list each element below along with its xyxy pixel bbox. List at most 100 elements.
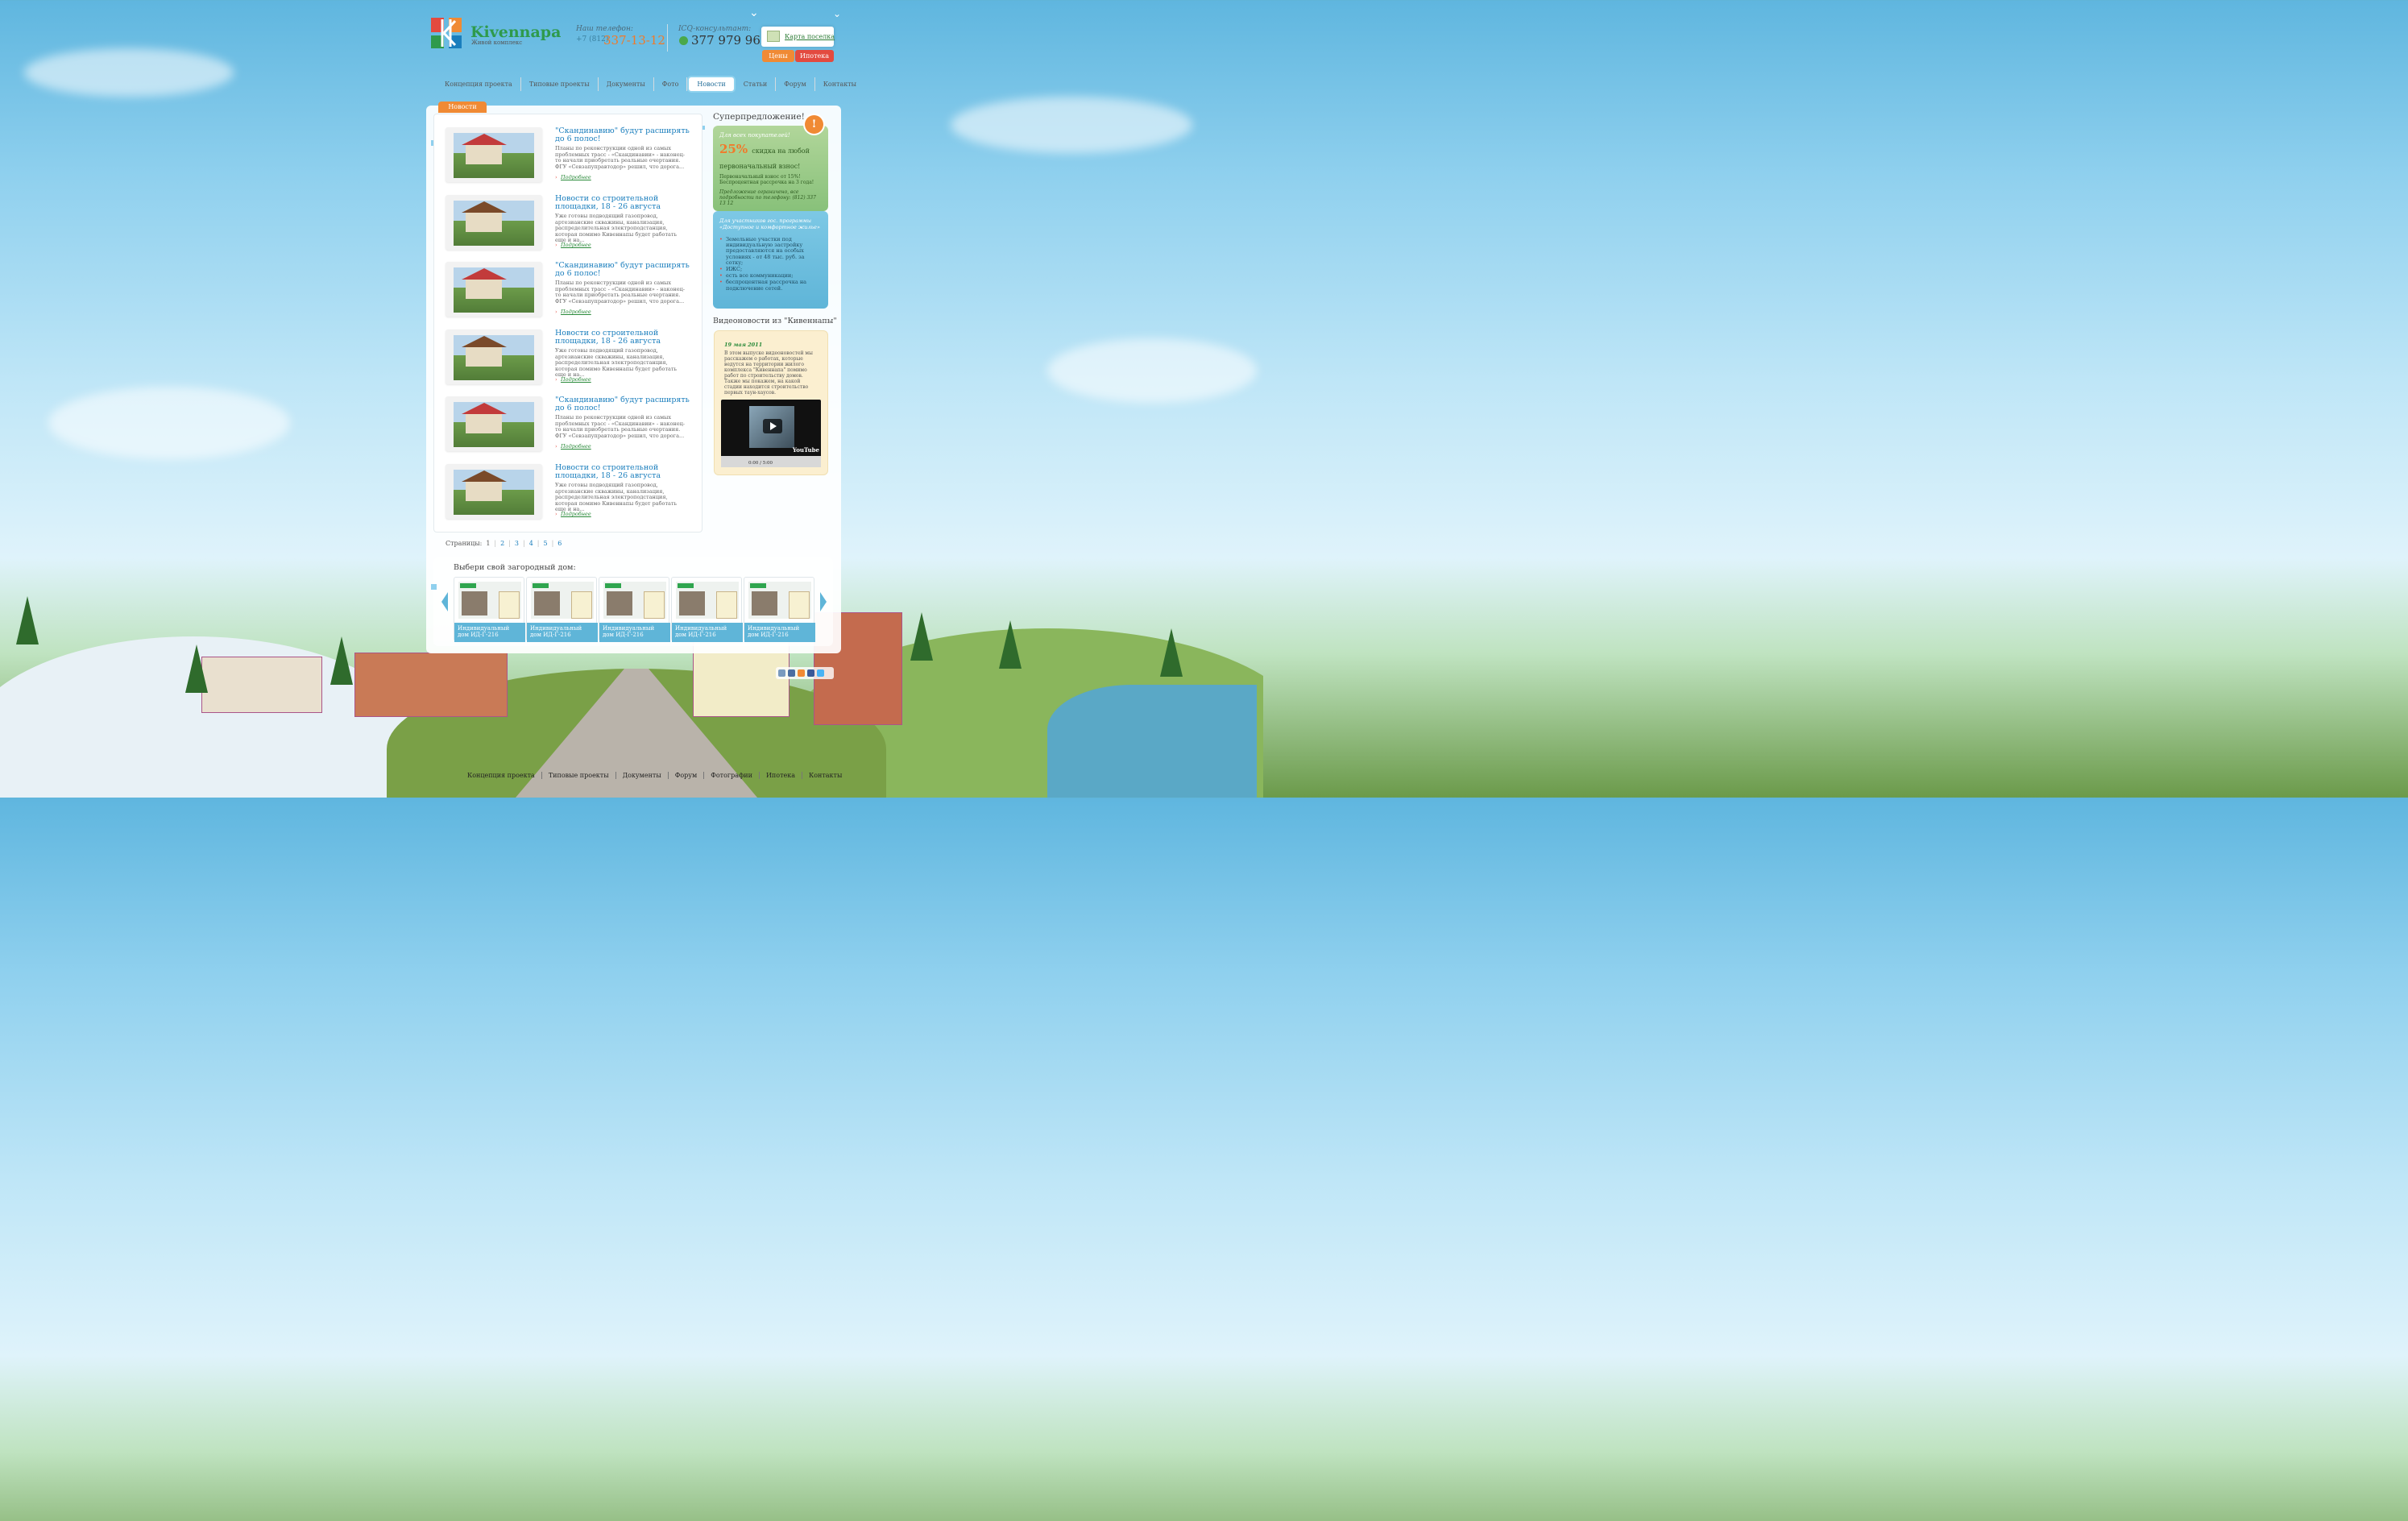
nav-item-photo[interactable]: Фото — [654, 77, 688, 91]
page-link[interactable]: 2 — [500, 540, 504, 547]
chevron-left-icon[interactable] — [441, 592, 448, 611]
news-thumbnail[interactable] — [446, 195, 542, 250]
twitter-icon[interactable] — [817, 669, 824, 677]
house-card[interactable]: Индивидуальный дом ИД-Г-216 — [454, 577, 525, 642]
tree — [185, 644, 208, 693]
news-title[interactable]: Новости со строительной площадки, 18 - 2… — [555, 195, 692, 211]
nav-item-concept[interactable]: Концепция проекта — [437, 77, 521, 91]
program-card: Для участников гос. программы «Доступное… — [713, 211, 828, 309]
house-card[interactable]: Индивидуальный дом ИД-Г-216 — [599, 577, 670, 642]
footer-link-concept[interactable]: Концепция проекта — [461, 772, 542, 779]
news-title[interactable]: "Скандинавию" будут расширять до 6 полос… — [555, 127, 692, 143]
page-link[interactable]: 6 — [557, 540, 562, 547]
page-link[interactable]: 3 — [515, 540, 519, 547]
arrow-right-icon: › — [555, 511, 557, 517]
super-offer-card[interactable]: Для всех покупателей! 25% скидка на любо… — [713, 126, 828, 211]
house-card-label[interactable]: Индивидуальный дом ИД-Г-216 — [744, 623, 815, 642]
footer-link-photos[interactable]: Фотографии — [704, 772, 760, 779]
nav-item-news[interactable]: Новости — [687, 75, 736, 93]
news-more-link[interactable]: Подробнее — [561, 511, 591, 517]
pager-separator: | — [494, 540, 497, 547]
page-link[interactable]: 4 — [529, 540, 533, 547]
seagull-icon: ⌄ — [833, 8, 842, 19]
news-text: Уже готовы подводящий газопровод, артези… — [555, 347, 678, 378]
kivennapa-logo-icon[interactable] — [429, 16, 463, 50]
youtube-logo: YouTube — [792, 446, 819, 454]
house — [201, 657, 322, 713]
video-player[interactable]: YouTube 0:00 / 5:00 — [721, 400, 821, 467]
news-thumbnail[interactable] — [446, 262, 542, 317]
news-more-link[interactable]: Подробнее — [561, 242, 591, 248]
facebook-icon[interactable] — [807, 669, 814, 677]
icq-number: 377 979 962 — [691, 33, 769, 48]
house-card[interactable]: Индивидуальный дом ИД-Г-216 — [671, 577, 743, 642]
arrow-right-icon: › — [555, 376, 557, 383]
decor-square — [431, 584, 437, 590]
arrow-right-icon: › — [555, 242, 557, 248]
tree — [910, 612, 933, 661]
super-offer-title: Суперпредложение! — [713, 112, 805, 122]
prices-button[interactable]: Цены — [762, 50, 794, 62]
nav-item-articles[interactable]: Статьи — [736, 77, 777, 91]
offer-note: Предложение ограничено, все подробности … — [719, 189, 816, 206]
offer-line: Первоначальный взнос от 15%! — [719, 174, 801, 180]
nav-item-projects[interactable]: Типовые проекты — [521, 77, 599, 91]
nav-item-contacts[interactable]: Контакты — [815, 77, 864, 91]
house-card-label[interactable]: Индивидуальный дом ИД-Г-216 — [454, 623, 525, 642]
house-card[interactable]: Индивидуальный дом ИД-Г-216 — [526, 577, 598, 642]
program-list: Земельные участки под индивидуальную зас… — [719, 236, 822, 292]
news-title[interactable]: "Скандинавию" будут расширять до 6 полос… — [555, 262, 692, 278]
chevron-right-icon[interactable] — [820, 592, 827, 611]
cloud — [24, 48, 234, 97]
news-more-link[interactable]: Подробнее — [561, 309, 591, 315]
house-card-label[interactable]: Индивидуальный дом ИД-Г-216 — [672, 623, 743, 642]
livejournal-icon[interactable] — [778, 669, 785, 677]
map-link[interactable]: Карта поселка — [785, 33, 835, 40]
news-text: Уже готовы подводящий газопровод, артези… — [555, 482, 678, 512]
offer-audience: Для всех покупателей! — [719, 132, 790, 139]
news-thumbnail[interactable] — [446, 396, 542, 451]
play-icon[interactable] — [763, 419, 782, 433]
house-card-label[interactable]: Индивидуальный дом ИД-Г-216 — [599, 623, 670, 642]
news-thumbnail[interactable] — [446, 127, 542, 182]
house-card-label[interactable]: Индивидуальный дом ИД-Г-216 — [527, 623, 598, 642]
vkontakte-icon[interactable] — [788, 669, 795, 677]
catalog-title: Выбери свой загородный дом: — [454, 563, 576, 572]
list-item: беспроцентная рассрочка на подключение с… — [719, 280, 822, 292]
main-nav: Концепция проекта Типовые проекты Докуме… — [437, 75, 864, 93]
list-item: ИЖС; — [719, 266, 822, 272]
house-card[interactable]: Индивидуальный дом ИД-Г-216 — [744, 577, 815, 642]
footer-link-mortgage[interactable]: Ипотека — [760, 772, 802, 779]
pager-separator: | — [523, 540, 525, 547]
cloud — [48, 387, 290, 459]
map-icon[interactable] — [767, 31, 780, 42]
news-more-link[interactable]: Подробнее — [561, 443, 591, 450]
news-text: Уже готовы подводящий газопровод, артези… — [555, 213, 678, 243]
nav-item-forum[interactable]: Форум — [776, 77, 815, 91]
news-title[interactable]: "Скандинавию" будут расширять до 6 полос… — [555, 396, 692, 412]
section-tab: Новости — [438, 102, 487, 113]
footer-link-forum[interactable]: Форум — [669, 772, 705, 779]
footer-link-documents[interactable]: Документы — [616, 772, 669, 779]
video-time: 0:00 / 5:00 — [748, 461, 773, 466]
house — [354, 653, 508, 717]
video-date: 19 мая 2011 — [724, 342, 763, 348]
nav-item-documents[interactable]: Документы — [599, 77, 654, 91]
icq-flower-icon — [679, 36, 688, 45]
footer-link-contacts[interactable]: Контакты — [802, 772, 848, 779]
news-more-link[interactable]: Подробнее — [561, 174, 591, 180]
mortgage-button[interactable]: Ипотека — [795, 50, 834, 62]
news-thumbnail[interactable] — [446, 329, 542, 384]
logo-title[interactable]: Kivennapa — [470, 23, 561, 41]
video-news-title: Видеоновости из "Кивеннапы" — [713, 317, 837, 325]
news-item: "Скандинавию" будут расширять до 6 полос… — [446, 259, 697, 323]
lake — [1047, 685, 1257, 798]
odnoklassniki-icon[interactable] — [798, 669, 805, 677]
news-more-link[interactable]: Подробнее — [561, 376, 591, 383]
news-title[interactable]: Новости со строительной площадки, 18 - 2… — [555, 464, 692, 480]
page-link[interactable]: 5 — [544, 540, 548, 547]
news-title[interactable]: Новости со строительной площадки, 18 - 2… — [555, 329, 692, 346]
footer-link-projects[interactable]: Типовые проекты — [542, 772, 616, 779]
news-thumbnail[interactable] — [446, 464, 542, 519]
cloud — [1047, 338, 1257, 403]
